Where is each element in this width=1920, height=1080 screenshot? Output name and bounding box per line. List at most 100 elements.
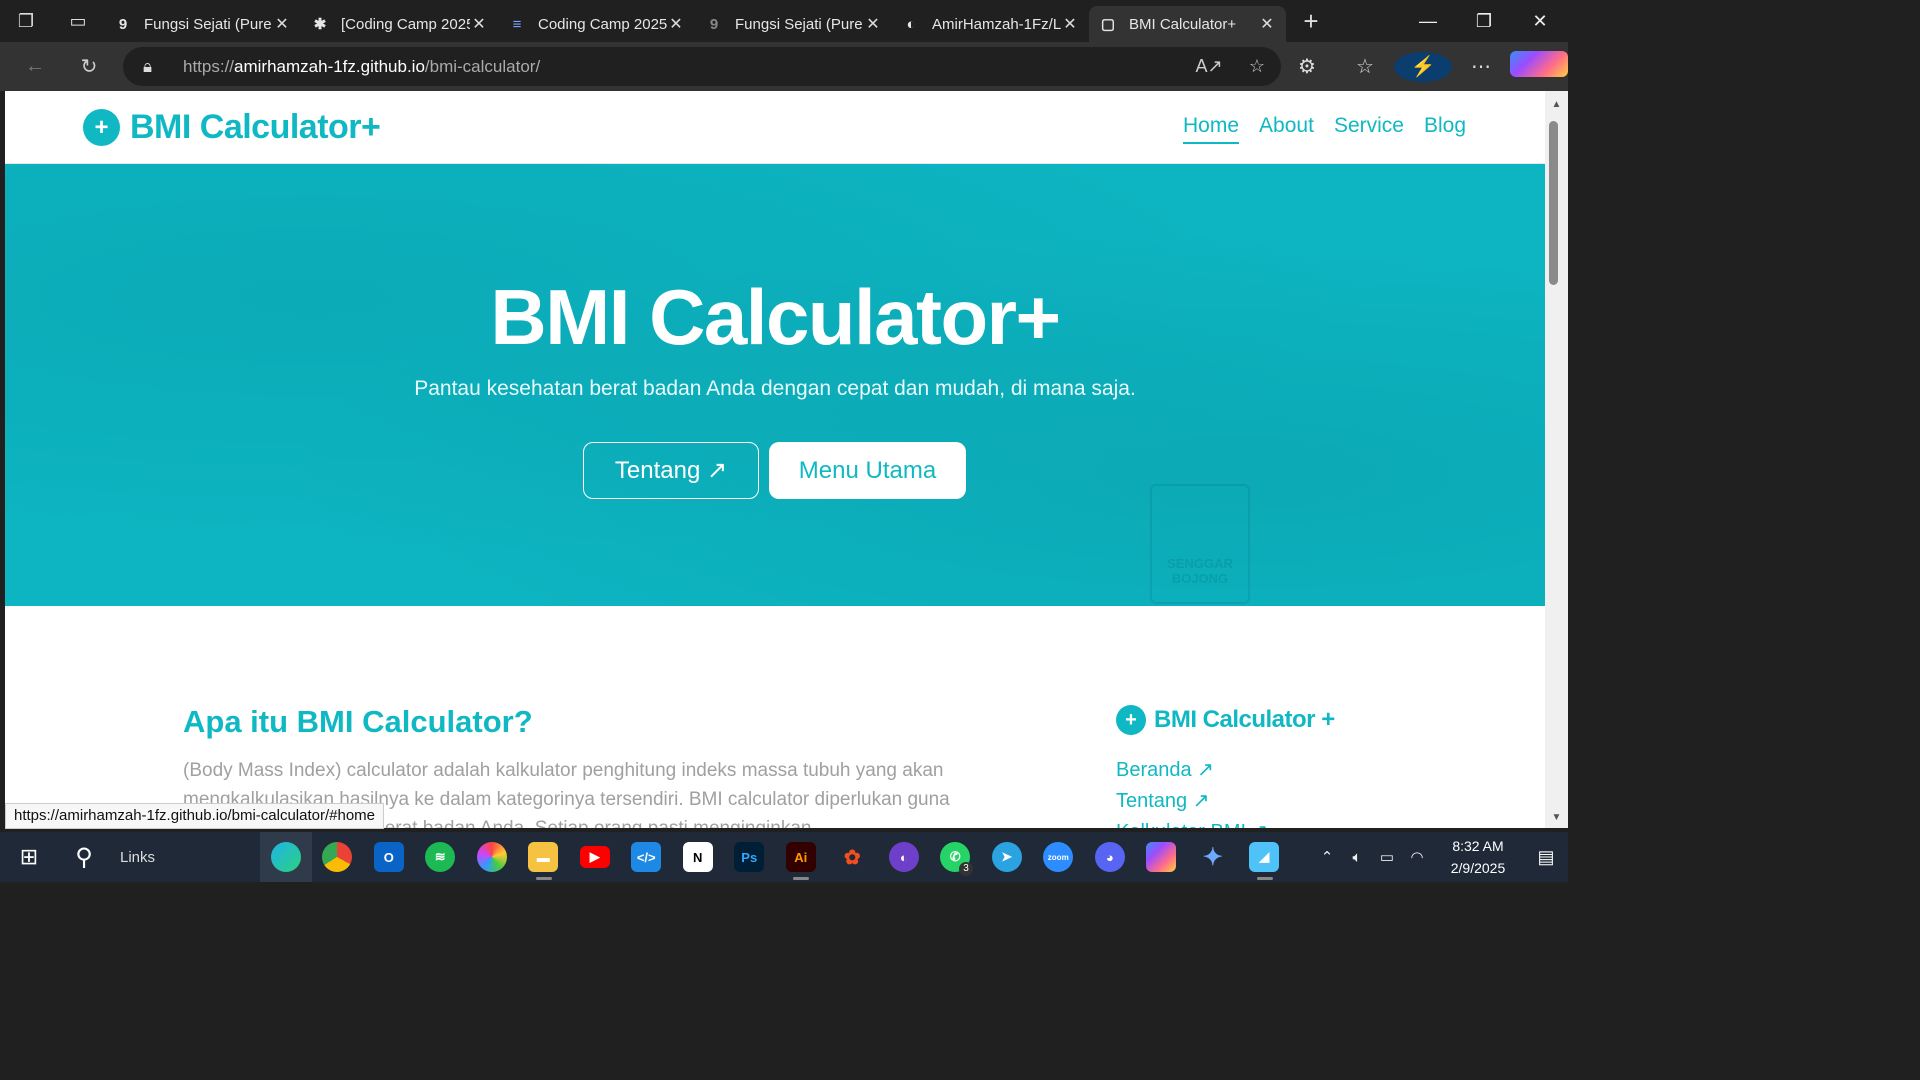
tab-favicon-icon: ≡ bbox=[512, 15, 522, 33]
scrollbar-thumb[interactable] bbox=[1549, 121, 1558, 285]
copilot-app-icon[interactable] bbox=[1136, 832, 1188, 882]
clock-date: 2/9/2025 bbox=[1450, 860, 1506, 876]
youtube-app-icon[interactable]: ▶ bbox=[569, 832, 621, 882]
favorites-icon[interactable]: ☆ bbox=[1336, 54, 1394, 79]
hero-background-sign: SENGGAR BOJONG bbox=[1150, 484, 1250, 604]
browser-tab-strip: ❐ ▭ 9 Fungsi Sejati (Pure ✕ ✱ [Coding Ca… bbox=[0, 0, 1568, 42]
scroll-down-icon[interactable]: ▼ bbox=[1550, 812, 1563, 823]
tab-close-icon[interactable]: ✕ bbox=[273, 14, 291, 34]
taskbar: ⊞ ⚲ Links O ≋ ▬ ▶ </> N Ps Ai ✿ ◐ ✆ 3 ➤ z… bbox=[0, 832, 1568, 882]
search-icon[interactable]: ⚲ bbox=[58, 843, 110, 872]
hero-section: SENGGAR BOJONG BMI Calculator+ Pantau ke… bbox=[5, 164, 1545, 606]
discord-app-icon[interactable]: ◕ bbox=[1084, 832, 1136, 882]
clock[interactable]: 8:32 AM 2/9/2025 bbox=[1432, 835, 1524, 879]
volume-icon[interactable]: 🔈︎ bbox=[1342, 849, 1372, 866]
hero-actions: Tentang ↗ Menu Utama bbox=[583, 442, 966, 499]
scroll-up-icon[interactable]: ▲ bbox=[1550, 99, 1563, 110]
url-path: /bmi-calculator/ bbox=[424, 56, 541, 76]
browser-tab[interactable]: 9 Fungsi Sejati (Pure ✕ bbox=[104, 6, 301, 42]
figma-app-icon[interactable]: ✿ bbox=[827, 832, 879, 882]
sidebar-link-tentang[interactable]: Tentang ↗ bbox=[1116, 788, 1268, 819]
telegram-app-icon[interactable]: ➤ bbox=[981, 832, 1033, 882]
system-tray: ⌃ 🔈︎ ▭ ◠ 8:32 AM 2/9/2025 ▤ bbox=[1312, 835, 1568, 879]
tray-chevron-icon[interactable]: ⌃ bbox=[1312, 848, 1342, 866]
nav-link-about[interactable]: About bbox=[1259, 114, 1314, 144]
about-button[interactable]: Tentang ↗ bbox=[583, 442, 759, 499]
nav-link-service[interactable]: Service bbox=[1334, 114, 1404, 144]
whatsapp-app-icon[interactable]: ✆ 3 bbox=[930, 832, 982, 882]
browser-toolbar: ← ↻ 🔒︎ https://amirhamzah-1fz.github.io /… bbox=[0, 42, 1568, 91]
tab-close-icon[interactable]: ✕ bbox=[1061, 14, 1079, 34]
photoshop-app-icon[interactable]: Ps bbox=[724, 832, 776, 882]
notion-app-icon[interactable]: N bbox=[672, 832, 724, 882]
browser-tab[interactable]: ≡ Coding Camp 2025 ✕ bbox=[498, 6, 695, 42]
site-brand-name: BMI Calculator+ bbox=[130, 108, 381, 146]
nav-link-home[interactable]: Home bbox=[1183, 114, 1240, 144]
url-scheme: https:// bbox=[183, 56, 235, 76]
minimize-icon[interactable]: — bbox=[1400, 0, 1456, 42]
address-bar[interactable]: 🔒︎ https://amirhamzah-1fz.github.io/bmi-… bbox=[123, 47, 1281, 86]
browser-tab[interactable]: ✱ [Coding Camp 2025 ✕ bbox=[301, 6, 498, 42]
new-tab-button[interactable]: + bbox=[1286, 6, 1336, 37]
taskbar-apps: O ≋ ▬ ▶ </> N Ps Ai ✿ ◐ ✆ 3 ➤ zoom ◕ ✦ ◢ bbox=[260, 832, 1290, 882]
tab-actions-icon[interactable]: ▭ bbox=[52, 0, 104, 42]
restore-icon[interactable]: ❐ bbox=[1456, 0, 1512, 42]
nav-link-blog[interactable]: Blog bbox=[1424, 114, 1466, 144]
plus-icon: + bbox=[1116, 705, 1146, 735]
url-host: amirhamzah-1fz.github.io bbox=[234, 56, 425, 76]
github-favicon-icon: ◐ bbox=[906, 15, 916, 33]
browser-tab[interactable]: 9 Fungsi Sejati (Pure ✕ bbox=[695, 6, 892, 42]
bing-icon[interactable]: ⚡ bbox=[1394, 51, 1452, 82]
tab-title: Fungsi Sejati (Pure bbox=[144, 15, 272, 33]
main-menu-button[interactable]: Menu Utama bbox=[769, 442, 966, 499]
workspaces-icon[interactable]: ❐ bbox=[0, 0, 52, 42]
file-explorer-app-icon[interactable]: ▬ bbox=[518, 832, 570, 882]
github-desktop-app-icon[interactable]: ◐ bbox=[878, 832, 930, 882]
tab-favicon-icon: 9 bbox=[709, 15, 719, 33]
spotify-app-icon[interactable]: ≋ bbox=[415, 832, 467, 882]
site-logo[interactable]: + BMI Calculator+ bbox=[83, 108, 381, 147]
notifications-icon[interactable]: ▤ bbox=[1524, 847, 1568, 868]
back-icon[interactable]: ← bbox=[8, 47, 62, 87]
sidebar-link-kalkulator[interactable]: Kalkulator BMI ↗ bbox=[1116, 819, 1268, 828]
tab-favicon-icon: 9 bbox=[118, 15, 128, 33]
tab-title: Fungsi Sejati (Pure bbox=[735, 15, 863, 33]
hero-subtitle: Pantau kesehatan berat badan Anda dengan… bbox=[414, 377, 1136, 400]
tab-close-icon[interactable]: ✕ bbox=[667, 14, 685, 34]
page-scrollbar[interactable]: ▲ ▼ bbox=[1545, 91, 1568, 828]
tab-close-icon[interactable]: ✕ bbox=[864, 14, 882, 34]
tab-title: Coding Camp 2025 bbox=[538, 15, 667, 33]
close-window-icon[interactable]: ✕ bbox=[1512, 0, 1568, 42]
tab-close-icon[interactable]: ✕ bbox=[1258, 14, 1276, 34]
battery-icon[interactable]: ▭ bbox=[1372, 848, 1402, 866]
gemini-app-icon[interactable]: ✦ bbox=[1187, 832, 1239, 882]
refresh-icon[interactable]: ↻ bbox=[62, 47, 116, 87]
tab-favicon-icon: ✱ bbox=[313, 16, 327, 33]
tab-close-icon[interactable]: ✕ bbox=[470, 14, 488, 34]
browser-tab[interactable]: ◐ AmirHamzah-1Fz/L ✕ bbox=[892, 6, 1089, 42]
illustrator-app-icon[interactable]: Ai bbox=[775, 832, 827, 882]
wifi-icon[interactable]: ◠ bbox=[1402, 848, 1432, 866]
vscode-app-icon[interactable]: </> bbox=[621, 832, 673, 882]
windows-start-icon[interactable]: ⊞ bbox=[0, 844, 58, 870]
sidebar-brand-name: BMI Calculator + bbox=[1154, 706, 1335, 733]
read-aloud-icon[interactable]: A↗ bbox=[1185, 56, 1233, 77]
paint-app-icon[interactable]: ◢ bbox=[1239, 832, 1291, 882]
lock-icon[interactable]: 🔒︎ bbox=[143, 57, 163, 77]
photos-app-icon[interactable] bbox=[466, 832, 518, 882]
link-status-tooltip: https://amirhamzah-1fz.github.io/bmi-cal… bbox=[5, 803, 384, 829]
edge-app-icon[interactable] bbox=[260, 832, 312, 882]
clock-time: 8:32 AM bbox=[1452, 838, 1504, 854]
extensions-icon[interactable]: ⚙ bbox=[1278, 54, 1336, 79]
favorite-star-icon[interactable]: ☆ bbox=[1233, 56, 1281, 77]
more-options-icon[interactable]: ⋯ bbox=[1452, 54, 1510, 79]
outlook-app-icon[interactable]: O bbox=[363, 832, 415, 882]
chrome-app-icon[interactable] bbox=[312, 832, 364, 882]
site-header: + BMI Calculator+ Home About Service Blo… bbox=[5, 91, 1545, 164]
taskbar-links-label[interactable]: Links bbox=[110, 849, 260, 866]
sidebar-link-beranda[interactable]: Beranda ↗ bbox=[1116, 757, 1268, 788]
zoom-app-icon[interactable]: zoom bbox=[1033, 832, 1085, 882]
browser-tab-active[interactable]: ▢ BMI Calculator+ ✕ bbox=[1089, 6, 1286, 42]
web-page: + BMI Calculator+ Home About Service Blo… bbox=[5, 91, 1545, 828]
copilot-icon[interactable] bbox=[1510, 50, 1568, 83]
